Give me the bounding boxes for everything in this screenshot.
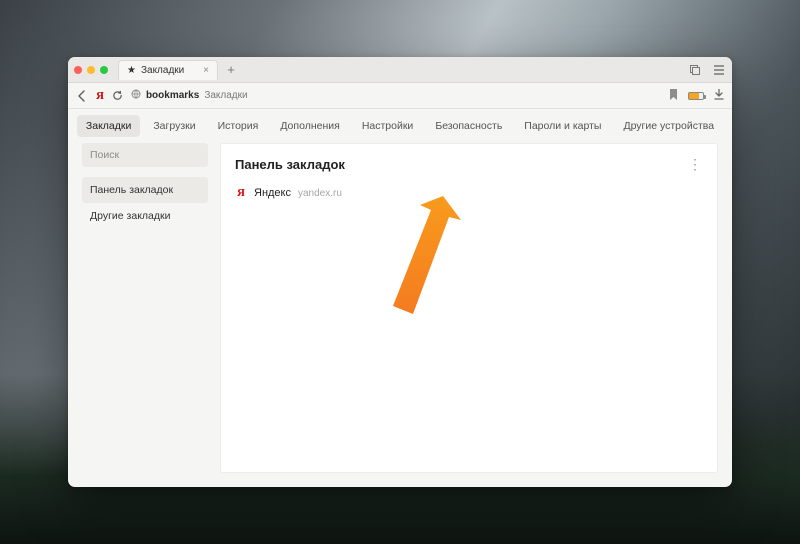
maximize-window-button[interactable] <box>100 66 108 74</box>
nav-tab-passwords[interactable]: Пароли и карты <box>515 115 610 137</box>
browser-tab[interactable]: ★ Закладки × <box>118 60 218 80</box>
panel-menu-icon[interactable]: ⋮ <box>688 156 703 173</box>
close-window-button[interactable] <box>74 66 82 74</box>
sidebar-item-other-bookmarks[interactable]: Другие закладки <box>82 203 208 229</box>
bookmark-favicon: Я <box>235 187 247 199</box>
copy-tabs-icon[interactable] <box>688 63 702 77</box>
new-tab-button[interactable]: + <box>222 61 240 79</box>
panel-title: Панель закладок <box>235 157 345 172</box>
sidebar: Поиск Панель закладок Другие закладки <box>82 143 208 473</box>
address-bar[interactable]: bookmarks Закладки <box>131 89 661 102</box>
content-area: Поиск Панель закладок Другие закладки Па… <box>68 143 732 487</box>
minimize-window-button[interactable] <box>87 66 95 74</box>
bookmark-row[interactable]: Я Яндекс yandex.ru <box>235 187 703 199</box>
nav-tab-settings[interactable]: Настройки <box>353 115 423 137</box>
nav-tab-history[interactable]: История <box>209 115 268 137</box>
nav-tab-bookmarks[interactable]: Закладки <box>77 115 140 137</box>
site-identity-icon <box>131 89 141 102</box>
bookmark-page-icon[interactable] <box>669 89 678 103</box>
bookmark-star-icon: ★ <box>127 65 136 76</box>
window-controls <box>74 66 108 74</box>
nav-tab-security[interactable]: Безопасность <box>426 115 511 137</box>
bookmarks-panel: Панель закладок ⋮ Я Яндекс yandex.ru <box>220 143 718 473</box>
menu-icon[interactable] <box>712 63 726 77</box>
address-host: bookmarks <box>146 90 199 101</box>
address-path: Закладки <box>204 90 247 101</box>
nav-tab-downloads[interactable]: Загрузки <box>144 115 204 137</box>
search-input[interactable]: Поиск <box>82 143 208 167</box>
nav-tab-devices[interactable]: Другие устройства <box>614 115 723 137</box>
bookmark-title: Яндекс <box>254 187 291 199</box>
annotation-arrow-icon <box>373 196 483 326</box>
settings-nav: Закладки Загрузки История Дополнения Нас… <box>68 109 732 143</box>
tab-title: Закладки <box>141 65 184 76</box>
tab-close-icon[interactable]: × <box>203 65 209 76</box>
bookmark-url: yandex.ru <box>298 188 342 199</box>
downloads-icon[interactable] <box>714 89 724 103</box>
battery-icon <box>688 92 704 100</box>
sidebar-item-bookmarks-bar[interactable]: Панель закладок <box>82 177 208 203</box>
toolbar: Я bookmarks Закладки <box>68 83 732 109</box>
nav-tab-addons[interactable]: Дополнения <box>271 115 348 137</box>
yandex-logo-icon[interactable]: Я <box>96 90 104 102</box>
back-button[interactable] <box>76 90 88 102</box>
reload-button[interactable] <box>112 90 123 101</box>
search-placeholder: Поиск <box>90 149 119 161</box>
tab-strip: ★ Закладки × + <box>68 57 732 83</box>
browser-window: ★ Закладки × + Я <box>68 57 732 487</box>
desktop-wallpaper: ★ Закладки × + Я <box>0 0 800 544</box>
